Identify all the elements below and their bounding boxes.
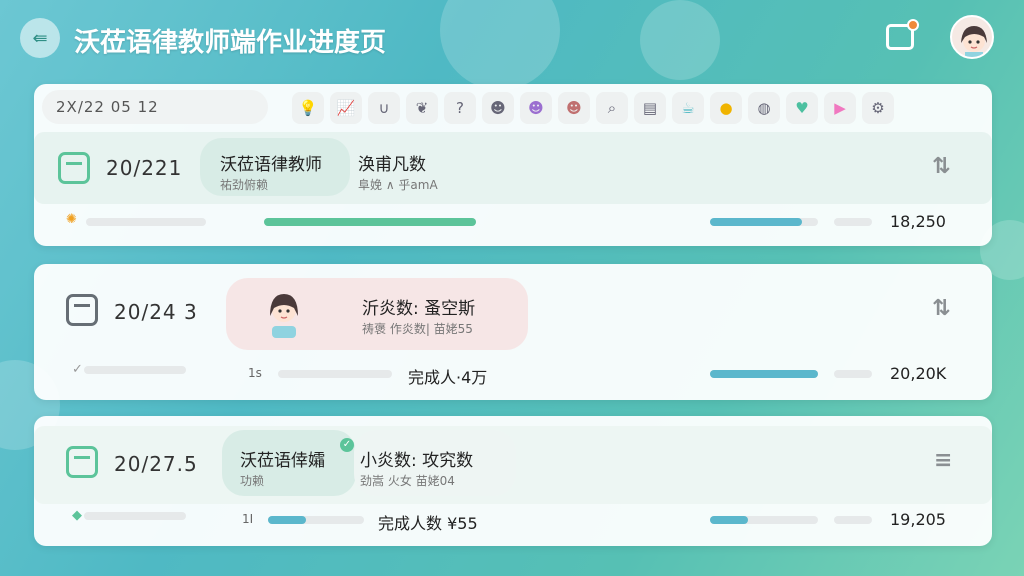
total-count: 20,20K <box>890 364 947 383</box>
completed-label: 完成人·4万 <box>408 368 488 387</box>
progress-track-main <box>278 370 392 378</box>
play-icon[interactable]: ▶ <box>824 92 856 124</box>
user-avatar[interactable] <box>950 15 994 59</box>
leaf-icon[interactable]: ❦ <box>406 92 438 124</box>
stat-sub: 阜娩 ∧ 乎amA <box>358 178 438 192</box>
trophy-icon[interactable]: ● <box>710 92 742 124</box>
stat-title: 沂炎数: 蚤空斯 <box>362 299 476 319</box>
chart-icon[interactable]: 📈 <box>330 92 362 124</box>
sun-icon: ✺ <box>66 212 77 227</box>
progress-track-small <box>84 366 186 374</box>
lightbulb-icon[interactable]: 💡 <box>292 92 324 124</box>
heart-icon[interactable]: ♥ <box>786 92 818 124</box>
gear-icon[interactable]: ⚙ <box>862 92 894 124</box>
total-count: 18,250 <box>890 212 946 231</box>
search-icon[interactable]: ⌕ <box>596 92 628 124</box>
calendar-icon <box>66 294 98 326</box>
progress-track-small <box>84 512 186 520</box>
student-purple-icon[interactable]: ☻ <box>520 92 552 124</box>
progress-card-1: 2X/22 05 12 💡 📈 ∪ ❦ ? ☻ ☻ ☻ ⌕ ▤ ☕ ● ◍ ♥ … <box>34 84 992 246</box>
row-date: 20/24 3 <box>114 300 198 324</box>
row-date: 20/221 <box>106 156 183 180</box>
progress-track-tail <box>834 516 872 524</box>
row-prefix: 1I <box>242 512 254 526</box>
progress-fill-blue <box>710 516 748 524</box>
progress-fill-main <box>268 516 307 524</box>
magnet-icon[interactable]: ∪ <box>368 92 400 124</box>
progress-track-blue <box>710 516 818 524</box>
progress-track-blue <box>710 370 818 378</box>
student-girl-icon[interactable]: ☻ <box>558 92 590 124</box>
stat-title: 小炎数: 攻究数 <box>360 451 474 471</box>
avatar-girl-icon <box>961 26 987 57</box>
menu-icon[interactable]: ≡ <box>934 448 952 473</box>
progress-fill-blue <box>710 370 818 378</box>
calendar-icon <box>58 152 90 184</box>
progress-track-tail <box>834 218 872 226</box>
row-prefix: 1s <box>248 366 262 380</box>
progress-track-blue <box>710 218 818 226</box>
back-arrow-icon: ⇚ <box>32 27 48 49</box>
progress-track-main <box>268 516 364 524</box>
total-count: 19,205 <box>890 510 946 529</box>
diamond-icon: ◆ <box>72 508 82 523</box>
back-button[interactable]: ⇚ <box>20 18 60 58</box>
book-icon[interactable]: ▤ <box>634 92 666 124</box>
stat-sub: 祷褒 作炎数| 苗姥55 <box>362 322 473 336</box>
row-date: 20/27.5 <box>114 452 198 476</box>
teacher-avatar-icon <box>270 294 298 338</box>
page-title: 沃莅语律教师端作业进度页 <box>74 28 387 58</box>
notification-icon[interactable] <box>886 19 919 50</box>
progress-fill-blue <box>710 218 802 226</box>
question-icon[interactable]: ? <box>444 92 476 124</box>
teacher-name: 沃莅语律教师 <box>220 155 322 175</box>
cup-icon[interactable]: ☕ <box>672 92 704 124</box>
search-input[interactable]: 2X/22 05 12 <box>42 90 268 124</box>
student-icon[interactable]: ☻ <box>482 92 514 124</box>
progress-card-3: 20/27.5 ✓ 沃莅语倖孀 功赖 小炎数: 攻究数 劲嵩 火女 苗姥04 ≡… <box>34 416 992 546</box>
progress-track-small <box>86 218 206 226</box>
notification-badge <box>907 19 919 31</box>
mouse-icon[interactable]: ◍ <box>748 92 780 124</box>
stat-sub: 劲嵩 火女 苗姥04 <box>360 474 455 488</box>
teacher-sub: 功赖 <box>240 474 265 488</box>
clipboard-icon <box>66 446 98 478</box>
progress-fill-main <box>264 218 476 226</box>
completed-label: 完成人数 ¥55 <box>378 514 478 533</box>
progress-track-tail <box>834 370 872 378</box>
verified-check-icon: ✓ <box>340 438 354 452</box>
tool-icon-row: 💡 📈 ∪ ❦ ? ☻ ☻ ☻ ⌕ ▤ ☕ ● ◍ ♥ ▶ ⚙ <box>292 92 894 124</box>
teacher-name: 沃莅语倖孀 <box>240 451 325 471</box>
progress-track-main <box>264 218 476 226</box>
progress-card-2: 20/24 3 沂炎数: 蚤空斯 祷褒 作炎数| 苗姥55 ⇅ ✓ 1s 完成人… <box>34 264 992 400</box>
sort-icon[interactable]: ⇅ <box>932 154 950 179</box>
check-icon: ✓ <box>72 362 83 377</box>
stat-title: 涣甫凡数 <box>358 155 426 175</box>
teacher-sub: 祐劲俯赖 <box>220 178 269 192</box>
sort-icon[interactable]: ⇅ <box>932 296 950 321</box>
